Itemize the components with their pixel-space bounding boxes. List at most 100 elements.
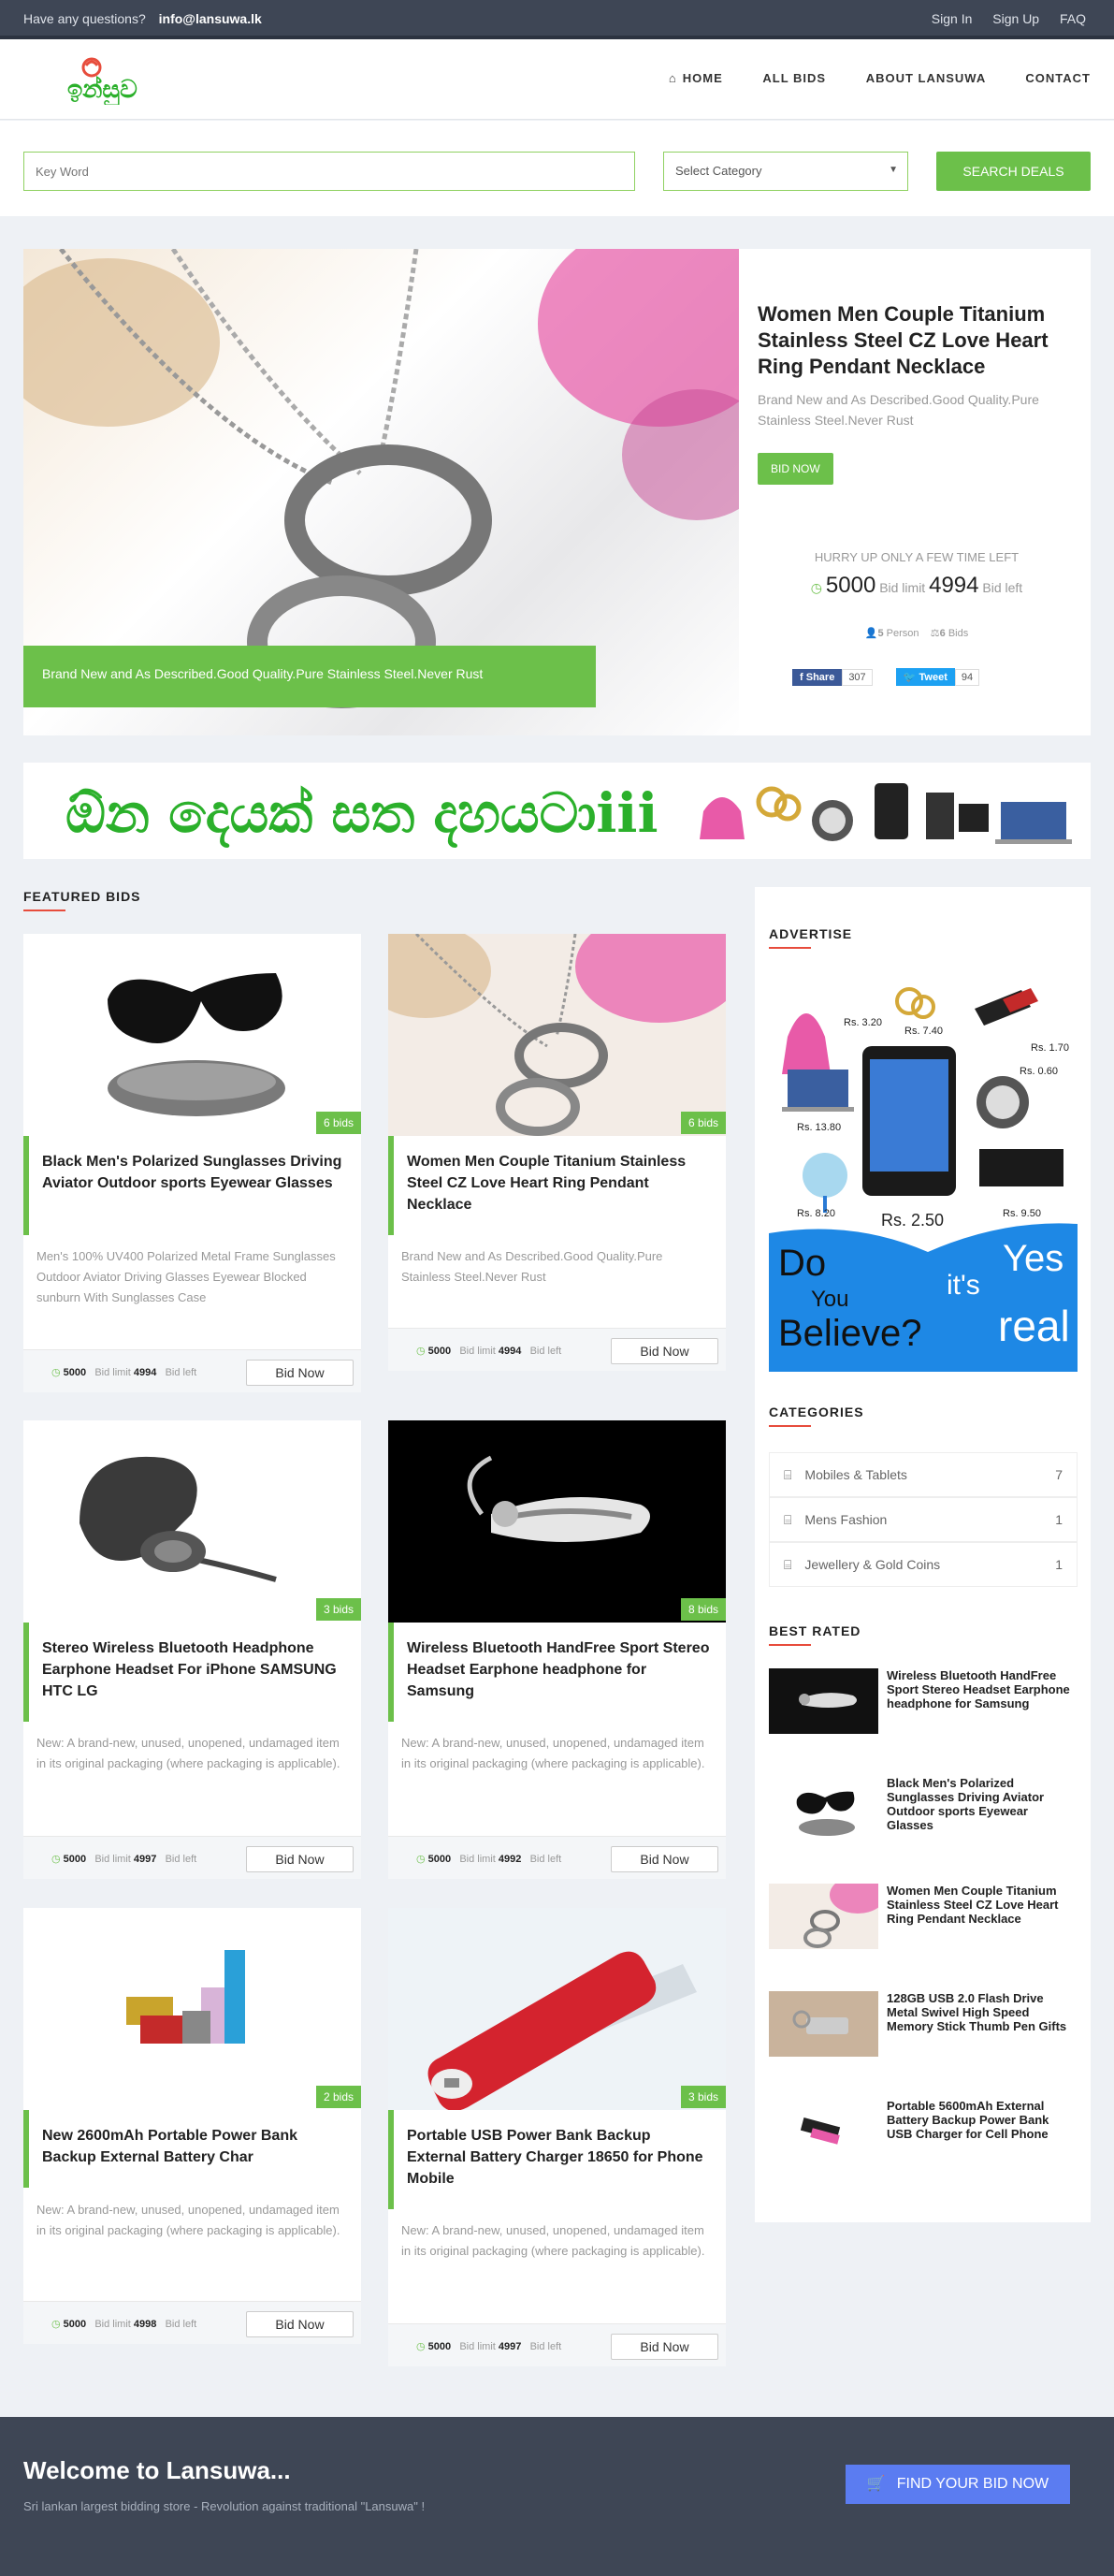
sidebar: ADVERTISE Rs. 3.20 Rs. 7.40 Rs. 1.70 Rs.… [755,887,1091,2222]
category-icon: ⌸ [784,1467,792,1482]
nav-contact[interactable]: CONTACT [1025,71,1091,85]
bid-card[interactable]: 6 bids Women Men Couple Titanium Stainle… [388,934,726,1371]
limit-value: 4998 [133,2319,157,2330]
best-rated-title-link[interactable]: Portable 5600mAh External Battery Backup… [887,2099,1078,2141]
ad-price: Rs. 3.20 [844,1017,882,1028]
card-title[interactable]: Stereo Wireless Bluetooth Headphone Earp… [42,1637,348,1702]
bid-now-button[interactable]: Bid Now [246,2311,354,2337]
limit-label: Bid limit [879,580,926,595]
advertise-image[interactable]: Rs. 3.20 Rs. 7.40 Rs. 1.70 Rs. 13.80 Rs.… [769,971,1078,1372]
category-item[interactable]: ⌸ Mens Fashion 1 [769,1497,1078,1542]
find-your-bid-label: FIND YOUR BID NOW [896,2476,1049,2492]
card-footer: ◷ 5000 Bid limit 4998 Bid left Bid Now [23,2301,361,2344]
product-image[interactable] [23,1908,361,2110]
product-image[interactable] [388,1908,726,2110]
categories-title: CATEGORIES [769,1404,864,1427]
bid-now-button[interactable]: Bid Now [611,1338,718,1364]
email-link[interactable]: info@lansuwa.lk [159,11,262,26]
best-rated-thumbnail[interactable] [769,1668,878,1734]
limit-value: 4997 [498,2341,522,2352]
best-rated-item[interactable]: Women Men Couple Titanium Stainless Stee… [769,1884,1078,1958]
footer-title: Welcome to Lansuwa... [23,2456,291,2484]
tweet-button[interactable]: 🐦 Tweet [895,668,955,686]
best-rated-title-link[interactable]: 128GB USB 2.0 Flash Drive Metal Swivel H… [887,1991,1078,2033]
limit-value: 4994 [498,1346,522,1357]
bid-now-button[interactable]: Bid Now [246,1846,354,1872]
card-description: Brand New and As Described.Good Quality.… [401,1249,663,1284]
main-nav: ⌂ HOME ALL BIDS ABOUT LANSUWA CONTACT [633,71,1091,85]
nav-home[interactable]: ⌂ HOME [669,71,723,85]
best-rated-item[interactable]: Portable 5600mAh External Battery Backup… [769,2099,1078,2174]
category-name: Jewellery & Gold Coins [804,1557,941,1572]
bids-badge: 3 bids [315,1598,361,1621]
find-your-bid-button[interactable]: 🛒 FIND YOUR BID NOW [846,2465,1070,2504]
product-image[interactable] [23,1420,361,1623]
bluetooth-headset-image [388,1420,726,1623]
lansuwa-logo[interactable]: ඉන්සුව [65,56,140,105]
hero-title[interactable]: Women Men Couple Titanium Stainless Stee… [758,301,1076,380]
red-power-bank-image [388,1908,726,2110]
best-rated-title-link[interactable]: Wireless Bluetooth HandFree Sport Stereo… [887,1668,1078,1710]
bid-card[interactable]: 3 bids Portable USB Power Bank Backup Ex… [388,1908,726,2366]
svg-text:ඉන්සුව: ඉන්සුව [67,76,137,105]
category-item[interactable]: ⌸ Jewellery & Gold Coins 1 [769,1542,1078,1587]
ad-price: Rs. 7.40 [904,1026,943,1037]
keyword-input[interactable] [23,152,635,191]
bid-card[interactable]: 2 bids New 2600mAh Portable Power Bank B… [23,1908,361,2344]
nav-all-bids[interactable]: ALL BIDS [762,71,826,85]
limit-label: Bid limit [94,1367,131,1378]
clock-icon: ◷ [416,1346,426,1357]
best-rated-item[interactable]: 128GB USB 2.0 Flash Drive Metal Swivel H… [769,1991,1078,2066]
best-rated-title-link[interactable]: Black Men's Polarized Sunglasses Driving… [887,1776,1078,1832]
best-rated-item[interactable]: Wireless Bluetooth HandFree Sport Stereo… [769,1668,1078,1743]
tweet-count: 94 [954,669,980,686]
bid-card[interactable]: 6 bids Black Men's Polarized Sunglasses … [23,934,361,1392]
faq-link[interactable]: FAQ [1060,11,1086,26]
product-image[interactable] [388,1420,726,1623]
product-image[interactable] [388,934,726,1136]
bids-badge: 6 bids [680,1112,726,1134]
person-icon: 👤 [864,628,878,639]
ad-price: Rs. 9.50 [1003,1208,1041,1219]
best-rated-item[interactable]: Black Men's Polarized Sunglasses Driving… [769,1776,1078,1851]
left-label: Bid left [529,1346,562,1357]
contact-info: Have any questions? info@lansuwa.lk [23,11,262,26]
best-rated-thumbnail[interactable] [769,1884,878,1949]
card-title[interactable]: Women Men Couple Titanium Stainless Stee… [407,1151,713,1215]
signin-link[interactable]: Sign In [932,11,973,26]
necklace-thumb [803,1884,878,1948]
card-description: New: A brand-new, unused, unopened, unda… [401,2223,705,2258]
search-deals-button[interactable]: SEARCH DEALS [936,152,1091,191]
hero-product-image[interactable]: Brand New and As Described.Good Quality.… [23,249,739,735]
best-rated-thumbnail[interactable] [769,1776,878,1841]
cart-icon: 🛒 [866,2476,886,2492]
best-rated-thumbnail[interactable] [769,2099,878,2164]
bid-card[interactable]: 8 bids Wireless Bluetooth HandFree Sport… [388,1420,726,1879]
ad-do-text: Do [778,1243,826,1284]
bid-card[interactable]: 3 bids Stereo Wireless Bluetooth Headpho… [23,1420,361,1879]
nav-about[interactable]: ABOUT LANSUWA [866,71,986,85]
card-title[interactable]: Wireless Bluetooth HandFree Sport Stereo… [407,1637,713,1702]
bid-now-button[interactable]: Bid Now [611,2334,718,2360]
caret-down-icon: ▼ [889,165,898,175]
bid-now-button[interactable]: Bid Now [611,1846,718,1872]
facebook-share-button[interactable]: f Share [792,669,843,686]
category-item[interactable]: ⌸ Mobiles & Tablets 7 [769,1452,1078,1497]
bid-now-button[interactable]: Bid Now [246,1360,354,1386]
product-image[interactable] [23,934,361,1136]
bids-badge: 2 bids [315,2086,361,2108]
category-select[interactable]: Select Category ▼ [663,152,908,191]
card-title[interactable]: Portable USB Power Bank Backup External … [407,2125,713,2190]
promo-banner[interactable]: ඕන දෙයක් සත දහයටාiii [23,763,1091,859]
best-rated-title-link[interactable]: Women Men Couple Titanium Stainless Stee… [887,1884,1078,1926]
card-title[interactable]: Black Men's Polarized Sunglasses Driving… [42,1151,348,1194]
best-rated-thumbnail[interactable] [769,1991,878,2057]
left-label: Bid left [165,1367,197,1378]
category-count: 1 [1055,1557,1063,1572]
hero-bid-now-button[interactable]: BID NOW [758,453,833,485]
sunglasses-thumb [796,1791,855,1836]
card-title[interactable]: New 2600mAh Portable Power Bank Backup E… [42,2125,348,2168]
category-count: 1 [1055,1512,1063,1527]
signup-link[interactable]: Sign Up [992,11,1039,26]
category-name: Mens Fashion [804,1512,888,1527]
